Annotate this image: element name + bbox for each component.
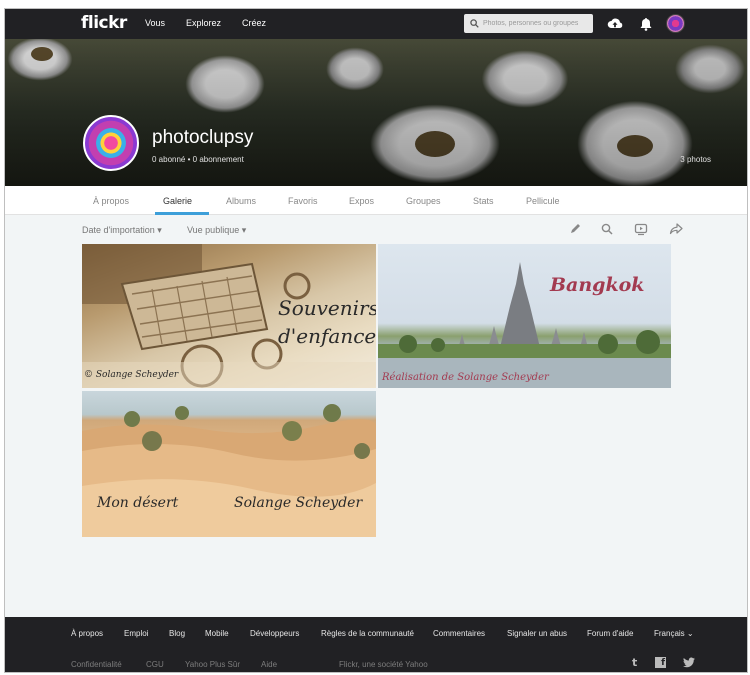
profile-name: photoclupsy <box>152 127 254 148</box>
following-count[interactable]: 0 abonnement <box>193 155 244 164</box>
photo-mon-desert[interactable]: Mon désert Solange Scheyder <box>82 391 376 537</box>
footer-link-confidentialite[interactable]: Confidentialité <box>71 660 122 669</box>
sort-dropdown[interactable]: Date d'importation ▾ <box>82 225 162 236</box>
footer-link-cgu[interactable]: CGU <box>146 660 164 669</box>
photo-credit: Réalisation de Solange Scheyder <box>382 372 549 383</box>
slideshow-icon[interactable] <box>634 222 648 236</box>
facebook-icon[interactable]: f <box>655 657 666 668</box>
user-avatar[interactable] <box>666 14 685 33</box>
footer-link-yahoo-plus-sur[interactable]: Yahoo Plus Sûr <box>185 660 240 669</box>
footer-link-emploi[interactable]: Emploi <box>124 629 148 638</box>
footer-link-blog[interactable]: Blog <box>169 629 185 638</box>
photo-caption-line1: Mon désert <box>97 495 179 511</box>
share-icon[interactable] <box>669 222 683 236</box>
photo-credit: © Solange Scheyder <box>84 370 179 380</box>
search-icon <box>470 19 479 28</box>
flickr-window: flickr Vous Explorez Créez Photos, perso… <box>4 8 748 673</box>
footer-link-forum-aide[interactable]: Forum d'aide <box>587 629 633 638</box>
photo-count: 3 photos <box>680 155 711 164</box>
stats-separator: • <box>187 155 191 164</box>
photo-souvenirs-denfance[interactable]: Souvenirs d'enfance © Solange Scheyder <box>82 244 376 388</box>
footer-link-a-propos[interactable]: À propos <box>71 629 103 638</box>
footer-company: Flickr, une société Yahoo <box>339 660 428 669</box>
footer-link-developpeurs[interactable]: Développeurs <box>250 629 299 638</box>
footer-link-commentaires[interactable]: Commentaires <box>433 629 485 638</box>
tab-expos[interactable]: Expos <box>349 196 374 206</box>
bangkok-skyline-illustration <box>378 262 671 388</box>
notifications-bell-icon[interactable] <box>638 16 654 32</box>
tab-galerie[interactable]: Galerie <box>163 196 192 206</box>
footer-link-signaler-abus[interactable]: Signaler un abus <box>507 629 567 638</box>
top-navbar: flickr Vous Explorez Créez Photos, perso… <box>5 9 747 39</box>
nav-link-explorez[interactable]: Explorez <box>186 18 221 28</box>
view-dropdown[interactable]: Vue publique ▾ <box>187 225 246 236</box>
site-footer: À propos Emploi Blog Mobile Développeurs… <box>5 617 747 672</box>
upload-cloud-icon[interactable] <box>607 16 623 32</box>
tab-albums[interactable]: Albums <box>226 196 256 206</box>
flickr-logo[interactable]: flickr <box>81 13 127 33</box>
nav-link-vous[interactable]: Vous <box>145 18 165 28</box>
tumblr-icon[interactable]: t <box>632 656 637 669</box>
search-placeholder: Photos, personnes ou groupes <box>483 20 579 27</box>
tab-stats[interactable]: Stats <box>473 196 494 206</box>
twitter-icon[interactable] <box>683 657 695 668</box>
profile-stats: 0 abonné • 0 abonnement <box>152 155 244 164</box>
search-box[interactable]: Photos, personnes ou groupes <box>464 14 593 33</box>
search-icon[interactable] <box>600 222 614 236</box>
language-selector[interactable]: Français ⌄ <box>654 629 694 638</box>
followers-count[interactable]: 0 abonné <box>152 155 185 164</box>
tab-groupes[interactable]: Groupes <box>406 196 441 206</box>
profile-avatar[interactable] <box>83 115 139 171</box>
edit-pencil-icon[interactable] <box>568 222 582 236</box>
footer-link-regles[interactable]: Règles de la communauté <box>321 629 414 638</box>
photo-bangkok[interactable]: Bangkok Réalisation de Solange Scheyder <box>378 244 671 388</box>
photo-title-bangkok: Bangkok <box>550 274 645 296</box>
profile-tabs: À propos Galerie Albums Favoris Expos Gr… <box>5 186 747 215</box>
tab-a-propos[interactable]: À propos <box>93 196 129 206</box>
tab-favoris[interactable]: Favoris <box>288 196 318 206</box>
footer-link-mobile[interactable]: Mobile <box>205 629 229 638</box>
photo-caption-line2: Solange Scheyder <box>234 495 363 511</box>
active-tab-indicator <box>155 212 209 215</box>
photo-caption-line1: Souvenirs <box>278 296 376 320</box>
tab-pellicule[interactable]: Pellicule <box>526 196 560 206</box>
footer-link-aide[interactable]: Aide <box>261 660 277 669</box>
desert-dunes-illustration <box>82 404 376 537</box>
nav-link-creez[interactable]: Créez <box>242 18 266 28</box>
photo-caption-line2: d'enfance <box>278 324 376 348</box>
